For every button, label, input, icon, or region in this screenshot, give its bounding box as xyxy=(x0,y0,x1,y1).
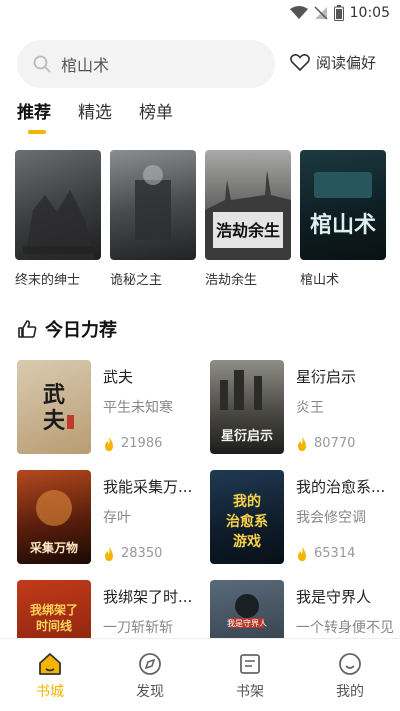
book-author: 我会修空调 xyxy=(296,510,366,526)
today-recommend-header: 今日力荐 xyxy=(17,316,117,342)
book-cover: 棺山术 xyxy=(300,150,386,260)
reading-preference-button[interactable]: 阅读偏好 xyxy=(290,52,376,73)
status-icons: 10:05 xyxy=(289,5,390,21)
recommend-item[interactable]: 武夫 武夫 平生未知寒 21986 xyxy=(17,360,202,470)
svg-text:武: 武 xyxy=(43,382,65,408)
book-cover xyxy=(110,150,196,260)
book-cover: 浩劫余生 xyxy=(205,150,291,260)
book-author: 一刀斩斩斩 xyxy=(103,620,173,636)
search-input[interactable]: 棺山术 xyxy=(61,52,109,76)
tab-featured[interactable]: 精选 xyxy=(78,98,112,123)
svg-text:夫: 夫 xyxy=(43,408,66,434)
nav-bookstore[interactable]: 书城 xyxy=(0,639,100,711)
search-bar[interactable]: 棺山术 xyxy=(17,40,275,88)
book-cover: 星衍启示 xyxy=(210,360,284,454)
book-title: 武夫 xyxy=(103,368,134,386)
book-title: 我能采集万... xyxy=(103,478,193,496)
profile-icon xyxy=(339,653,361,675)
book-title: 浩劫余生 xyxy=(205,273,258,288)
section-title: 今日力荐 xyxy=(45,320,117,341)
book-card[interactable]: 浩劫余生 浩劫余生 xyxy=(205,150,291,288)
heat-value: 28350 xyxy=(121,546,163,561)
recommend-item[interactable]: 采集万物 我能采集万... 存叶 28350 xyxy=(17,470,202,580)
book-card[interactable]: 终末的绅士 xyxy=(15,150,101,288)
recommend-item[interactable]: 星衍启示 星衍启示 炎王 80770 xyxy=(210,360,395,470)
book-title: 我绑架了时... xyxy=(103,588,193,606)
flame-icon xyxy=(105,546,113,561)
nav-profile[interactable]: 我的 xyxy=(300,639,400,711)
nav-label: 发现 xyxy=(136,684,164,700)
flame-icon xyxy=(105,436,113,451)
compass-icon xyxy=(139,653,161,675)
svg-text:我的: 我的 xyxy=(233,493,261,510)
book-author: 存叶 xyxy=(103,510,131,526)
status-bar: 10:05 xyxy=(0,0,400,28)
book-card[interactable]: 棺山术 棺山术 xyxy=(300,150,386,288)
thumbs-up-icon xyxy=(18,320,37,338)
book-title: 我是守界人 xyxy=(296,588,372,606)
heat-count: 80770 xyxy=(296,436,355,451)
heat-count: 28350 xyxy=(103,546,162,561)
book-title: 棺山术 xyxy=(300,273,340,288)
svg-text:棺山术: 棺山术 xyxy=(310,212,376,238)
book-card[interactable]: 诡秘之主 xyxy=(110,150,196,288)
svg-text:游戏: 游戏 xyxy=(233,533,261,550)
svg-text:时间线: 时间线 xyxy=(36,618,72,633)
book-title: 星衍启示 xyxy=(296,368,357,386)
heat-value: 65314 xyxy=(314,546,356,561)
nav-label: 书城 xyxy=(36,684,64,700)
search-icon xyxy=(33,55,51,73)
svg-text:我绑架了: 我绑架了 xyxy=(30,602,78,617)
nav-label: 书架 xyxy=(236,684,264,700)
book-author: 炎王 xyxy=(296,400,324,416)
item-info: 我是守界人 一个转身便不见 xyxy=(296,586,394,637)
home-icon xyxy=(39,653,61,675)
battery-icon xyxy=(333,5,344,21)
heart-icon xyxy=(290,53,310,71)
nav-label: 我的 xyxy=(336,684,364,700)
nav-discover[interactable]: 发现 xyxy=(100,639,200,711)
svg-text:治愈系: 治愈系 xyxy=(226,513,268,530)
tab-recommend[interactable]: 推荐 xyxy=(17,98,51,123)
active-tab-indicator xyxy=(28,130,46,134)
book-cover: 采集万物 xyxy=(17,470,91,564)
svg-text:我是守界人: 我是守界人 xyxy=(227,618,267,628)
item-info: 我的治愈系... 我会修空调 xyxy=(296,476,391,527)
no-signal-icon xyxy=(314,6,328,20)
nav-bookshelf[interactable]: 书架 xyxy=(200,639,300,711)
item-info: 星衍启示 炎王 xyxy=(296,366,391,417)
wifi-icon xyxy=(289,6,308,19)
recommend-item[interactable]: 我的治愈系游戏 我的治愈系... 我会修空调 65314 xyxy=(210,470,395,580)
heat-value: 80770 xyxy=(314,436,356,451)
status-time: 10:05 xyxy=(349,5,390,21)
heat-count: 65314 xyxy=(296,546,355,561)
heat-count: 21986 xyxy=(103,436,162,451)
svg-text:浩劫余生: 浩劫余生 xyxy=(216,221,280,240)
bottom-nav: 书城 发现 书架 我的 xyxy=(0,638,400,711)
book-cover: 武夫 xyxy=(17,360,91,454)
top-tabs: 推荐 精选 榜单 xyxy=(17,98,200,123)
flame-icon xyxy=(298,546,306,561)
book-title: 诡秘之主 xyxy=(110,273,163,288)
heat-value: 21986 xyxy=(121,436,163,451)
svg-text:采集万物: 采集万物 xyxy=(29,540,78,555)
svg-text:星衍启示: 星衍启示 xyxy=(221,428,273,444)
reading-preference-label: 阅读偏好 xyxy=(316,54,377,72)
book-author: 一个转身便不见 xyxy=(296,620,394,636)
flame-icon xyxy=(298,436,306,451)
item-info: 我绑架了时... 一刀斩斩斩 xyxy=(103,586,198,637)
item-info: 我能采集万... 存叶 xyxy=(103,476,198,527)
featured-book-row: 终末的绅士 诡秘之主 浩劫余生 浩劫余生 棺山术 棺山术 xyxy=(15,150,386,288)
tab-ranking[interactable]: 榜单 xyxy=(139,98,173,123)
book-author: 平生未知寒 xyxy=(103,400,173,416)
item-info: 武夫 平生未知寒 xyxy=(103,366,198,417)
book-cover: 我的 治愈系 游戏 xyxy=(210,470,284,564)
book-title: 我的治愈系... xyxy=(296,478,386,496)
book-cover xyxy=(15,150,101,260)
bookshelf-icon xyxy=(240,654,260,674)
book-title: 终末的绅士 xyxy=(15,273,81,288)
